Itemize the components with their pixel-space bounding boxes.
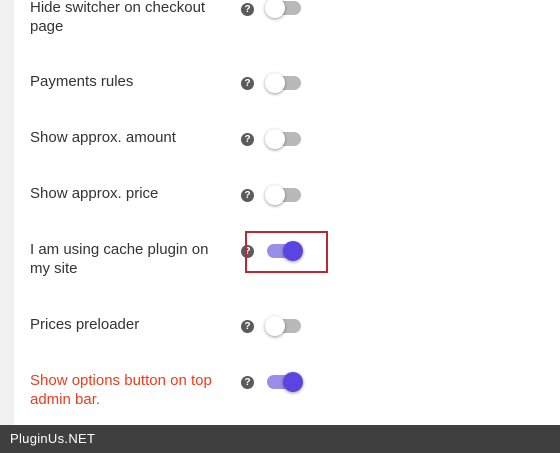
setting-label: I am using cache plugin on my site <box>30 241 209 277</box>
toggle-switch[interactable] <box>265 0 303 18</box>
toggle-switch[interactable] <box>265 316 303 336</box>
toggle-switch[interactable] <box>267 372 303 392</box>
watermark-text: PluginUs.NET <box>10 431 96 446</box>
setting-label: Payments rules <box>30 73 134 90</box>
help-icon[interactable]: ? <box>241 3 254 16</box>
toggle-switch[interactable] <box>265 73 303 93</box>
toggle-switch[interactable] <box>265 185 303 205</box>
help-icon[interactable]: ? <box>241 320 254 333</box>
help-icon[interactable]: ? <box>241 376 254 389</box>
watermark-bar: PluginUs.NET <box>0 425 560 453</box>
settings-panel: Hide switcher on checkout page ? Payment… <box>14 0 560 425</box>
setting-label: Hide switcher on checkout page <box>30 0 206 35</box>
help-icon[interactable]: ? <box>241 133 254 146</box>
highlight-box <box>245 231 328 273</box>
help-icon[interactable]: ? <box>241 77 254 90</box>
setting-label: Show approx. price <box>30 185 159 202</box>
setting-label: Show options button on top admin bar. <box>30 372 212 408</box>
setting-label: Show approx. amount <box>30 129 176 146</box>
toggle-switch[interactable] <box>265 129 303 149</box>
setting-label: Prices preloader <box>30 316 140 333</box>
help-icon[interactable]: ? <box>241 189 254 202</box>
